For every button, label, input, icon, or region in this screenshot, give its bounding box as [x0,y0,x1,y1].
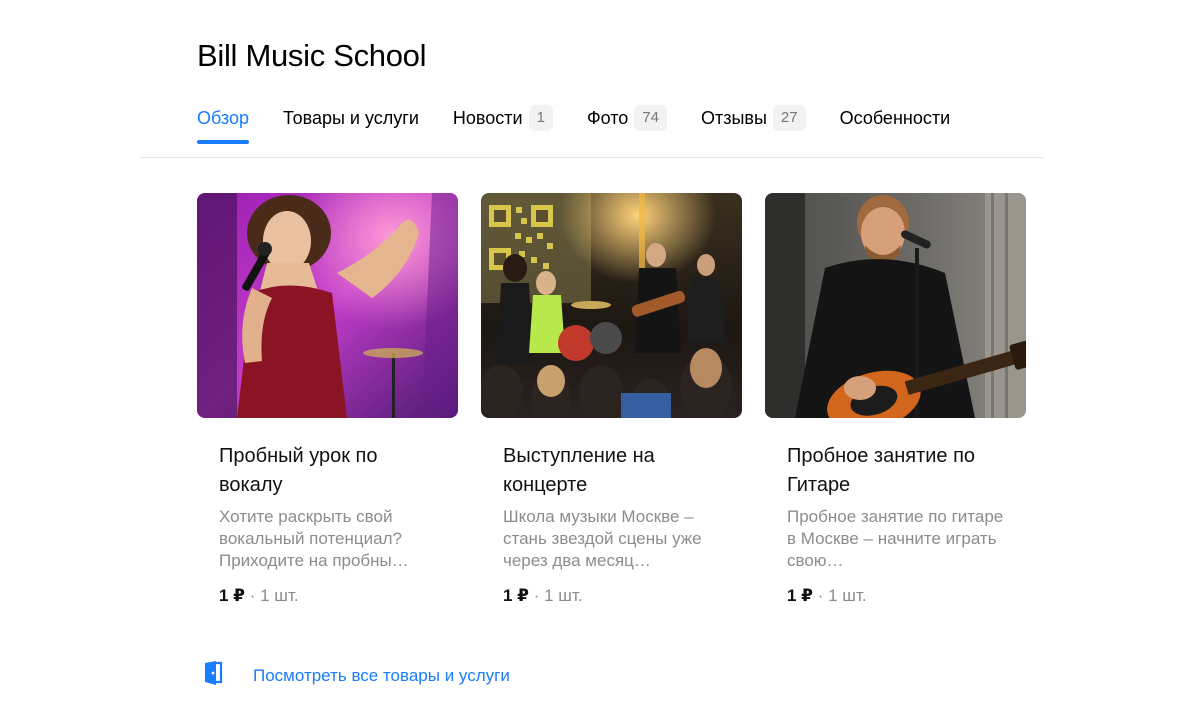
tab-photos[interactable]: Фото 74 [587,103,667,133]
tab-news[interactable]: Новости 1 [453,103,553,133]
product-title: Выступление на концерте [503,445,655,496]
product-card[interactable]: Пробное занятие по Гитаре Пробное заняти… [765,193,1026,606]
product-photo[interactable] [197,193,458,418]
quantity: 1 шт. [828,586,867,605]
vocal-lesson-photo [197,193,458,418]
guitar-lesson-photo [765,193,1026,418]
product-price: 1 ₽ · 1 шт. [787,586,1004,606]
count-badge: 27 [772,105,806,131]
all-products-link[interactable]: Посмотреть все товары и услуги [203,660,510,691]
product-price: 1 ₽ · 1 шт. [503,586,720,606]
concert-photo [481,193,742,418]
count-badge: 74 [634,105,667,131]
page-title: Bill Music School [197,38,427,73]
product-title: Пробный урок по вокалу [219,445,378,496]
catalog-door-icon [203,660,223,691]
price-separator: · [529,586,545,605]
product-title: Пробное занятие по Гитаре [787,445,976,496]
product-photo[interactable] [481,193,742,418]
tab-label: Новости [452,107,523,128]
tabs-divider [140,157,1043,158]
quantity: 1 шт. [260,586,299,605]
price-value: 1 ₽ [503,586,530,605]
tab-bar: Обзор Товары и услуги Новости 1 Фото 74 … [197,103,984,144]
tab-label: Особенности [839,107,951,128]
product-description: Школа музыки Москве – стань звездой сцен… [503,507,702,570]
product-description: Пробное занятие по гитаре в Москве – нач… [787,507,1004,570]
tab-overview[interactable]: Обзор [197,103,249,144]
count-badge: 1 [528,105,553,131]
tab-label: Обзор [197,107,249,128]
product-card[interactable]: Выступление на концерте Школа музыки Мос… [481,193,742,606]
quantity: 1 шт. [544,586,583,605]
price-separator: · [245,586,261,605]
product-photo[interactable] [765,193,1026,418]
tab-label: Товары и услуги [283,107,419,128]
tab-label: Фото [586,107,629,128]
tab-features[interactable]: Особенности [840,103,951,133]
product-card[interactable]: Пробный урок по вокалу Хотите раскрыть с… [197,193,458,606]
active-tab-indicator [197,140,249,144]
tab-reviews[interactable]: Отзывы 27 [701,103,806,133]
price-separator: · [813,586,829,605]
price-value: 1 ₽ [219,586,246,605]
all-products-label: Посмотреть все товары и услуги [253,665,510,685]
tab-products-services[interactable]: Товары и услуги [283,103,419,133]
price-value: 1 ₽ [787,586,814,605]
product-description: Хотите раскрыть свой вокальный потенциал… [219,507,409,570]
tab-label: Отзывы [700,107,767,128]
product-cards: Пробный урок по вокалу Хотите раскрыть с… [197,193,1026,606]
product-price: 1 ₽ · 1 шт. [219,586,436,606]
